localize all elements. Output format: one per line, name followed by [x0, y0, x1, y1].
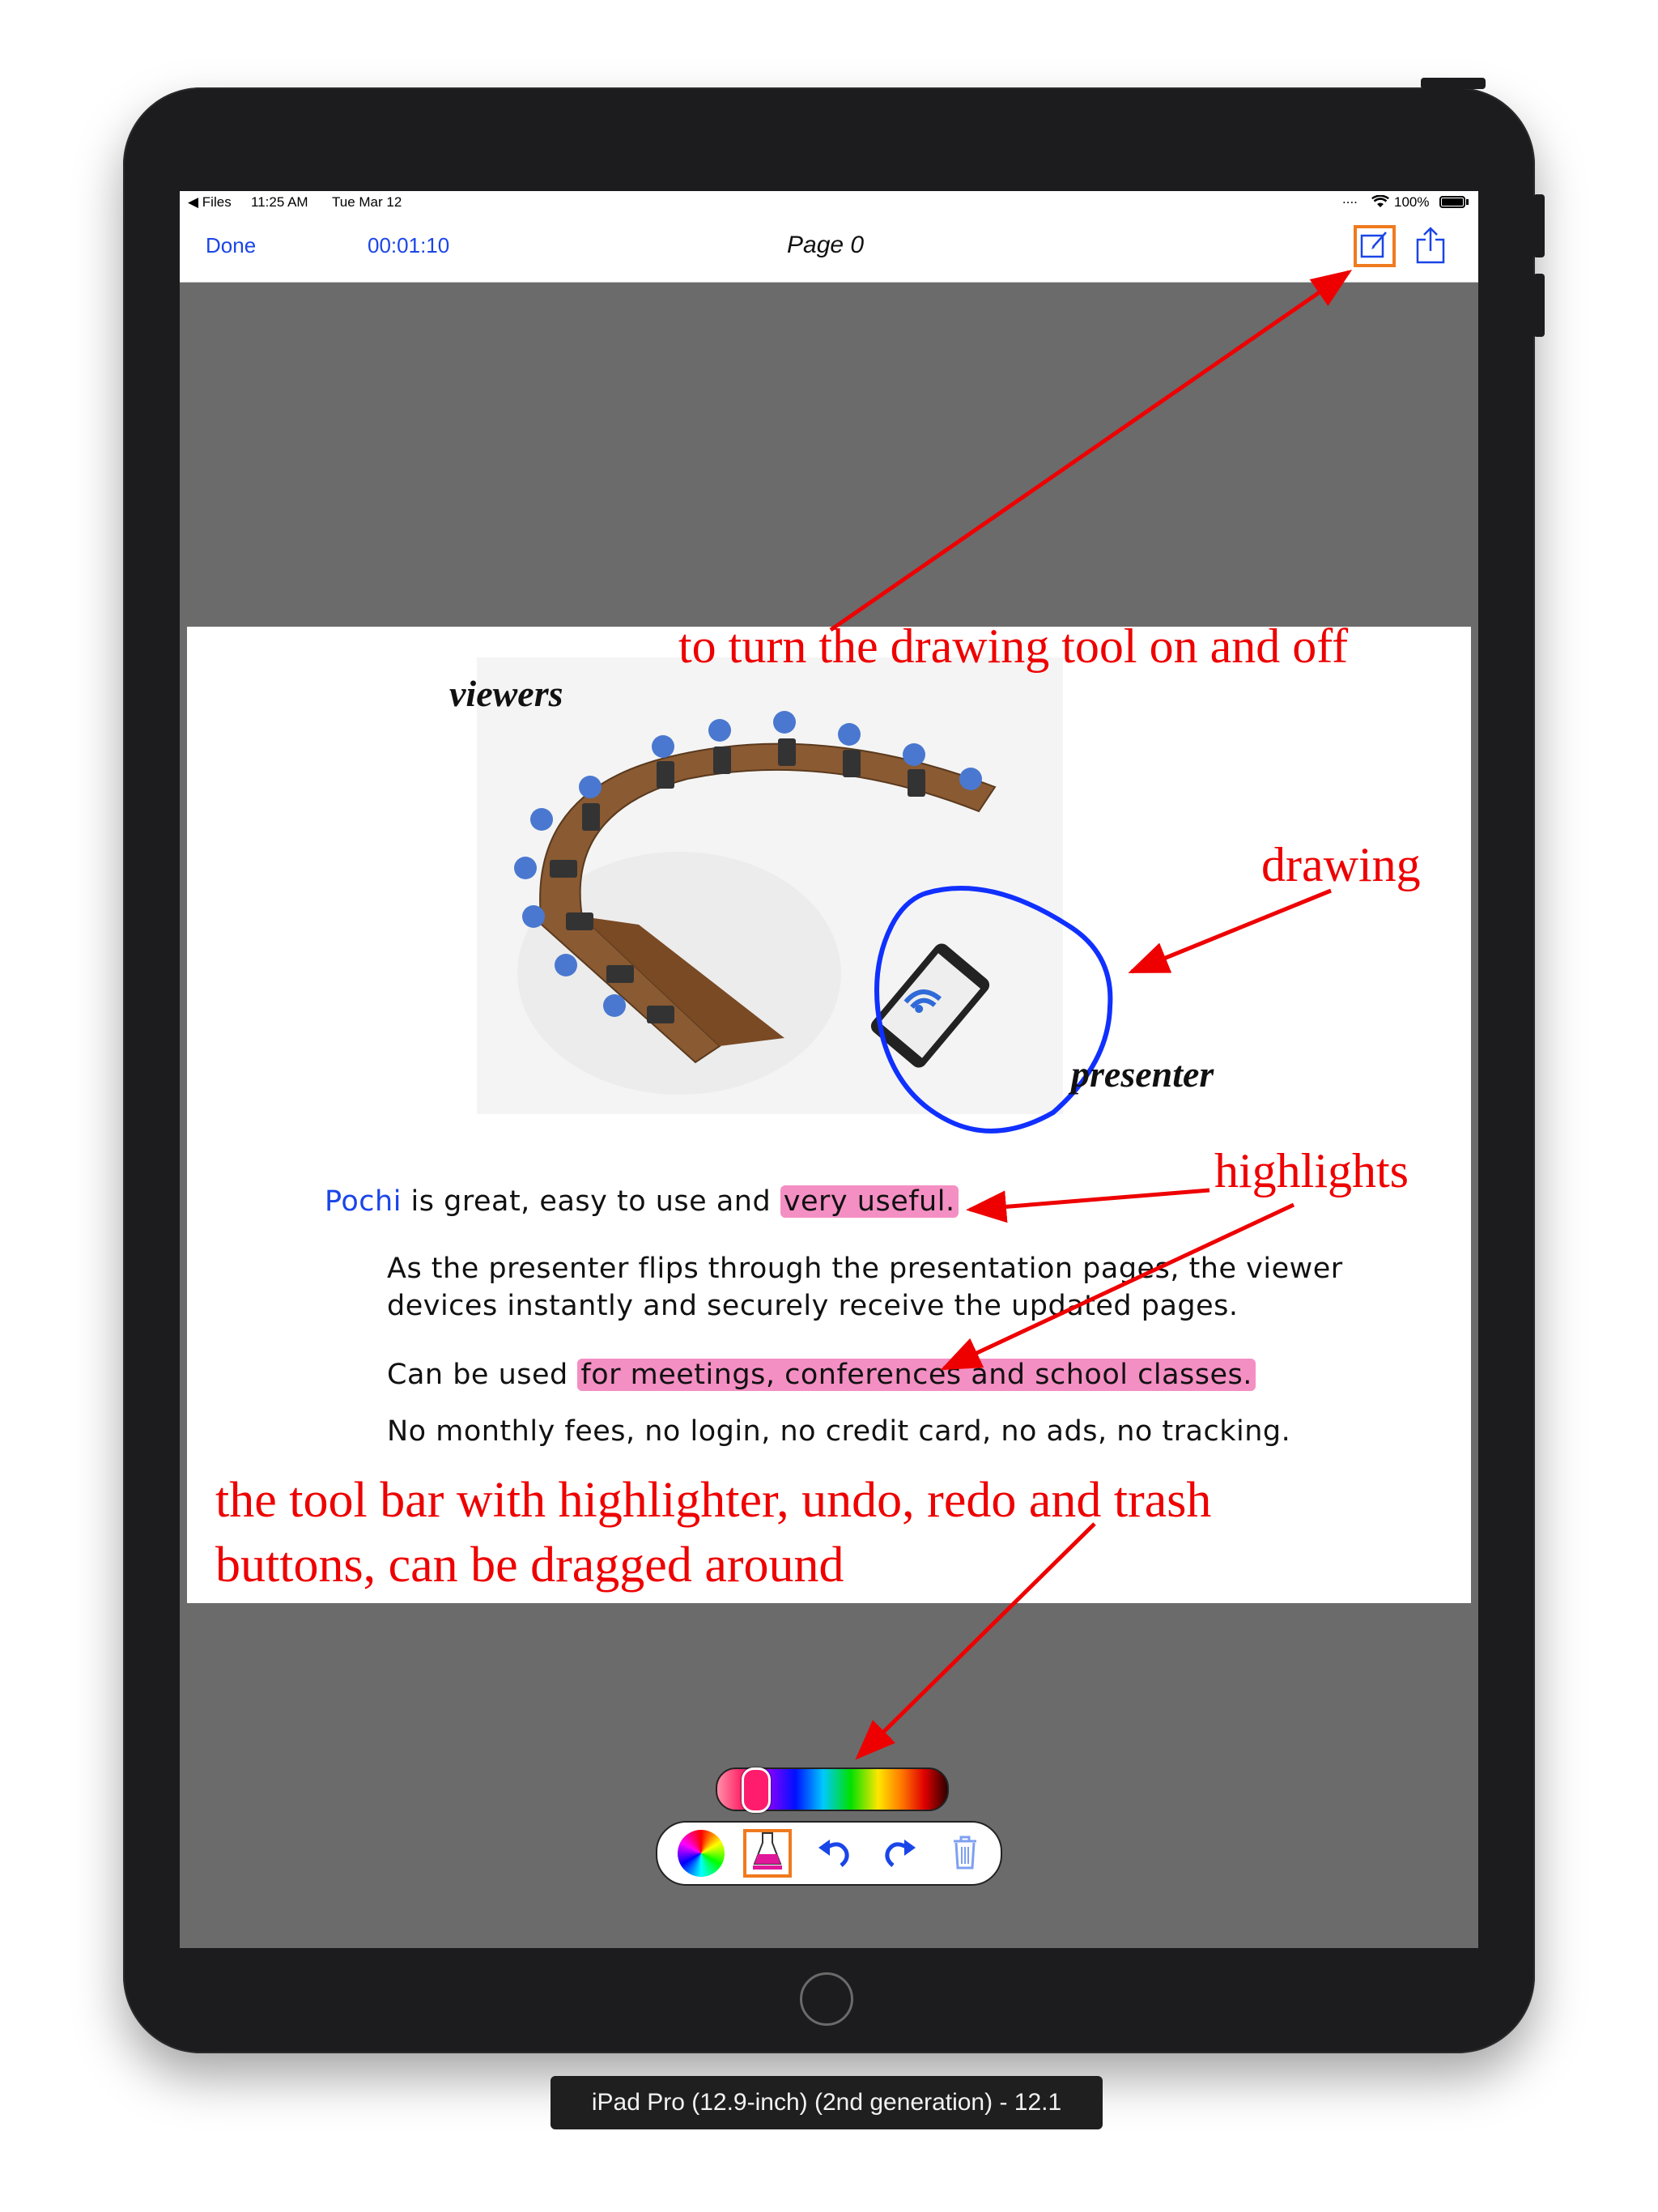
arrow-to-toolbar: [855, 1522, 1096, 1760]
arrow-to-drawing-toggle: [829, 270, 1353, 632]
arrow-to-drawing: [1128, 888, 1332, 974]
annotation-arrows: [829, 270, 1353, 1760]
annotation-highlights: highlights: [1214, 1144, 1409, 1197]
arrow-to-highlight-1: [966, 1188, 1210, 1223]
annotation-drawing: drawing: [1261, 838, 1421, 891]
annotation-toolbar-line-1: the tool bar with highlighter, undo, red…: [215, 1473, 1212, 1528]
annotation-drawing-tool: to turn the drawing tool on and off: [678, 619, 1349, 673]
simulator-device-label: iPad Pro (12.9-inch) (2nd generation) - …: [551, 2076, 1103, 2129]
arrow-to-highlight-2: [940, 1202, 1295, 1371]
annotation-toolbar-line-2: buttons, can be dragged around: [215, 1538, 844, 1593]
